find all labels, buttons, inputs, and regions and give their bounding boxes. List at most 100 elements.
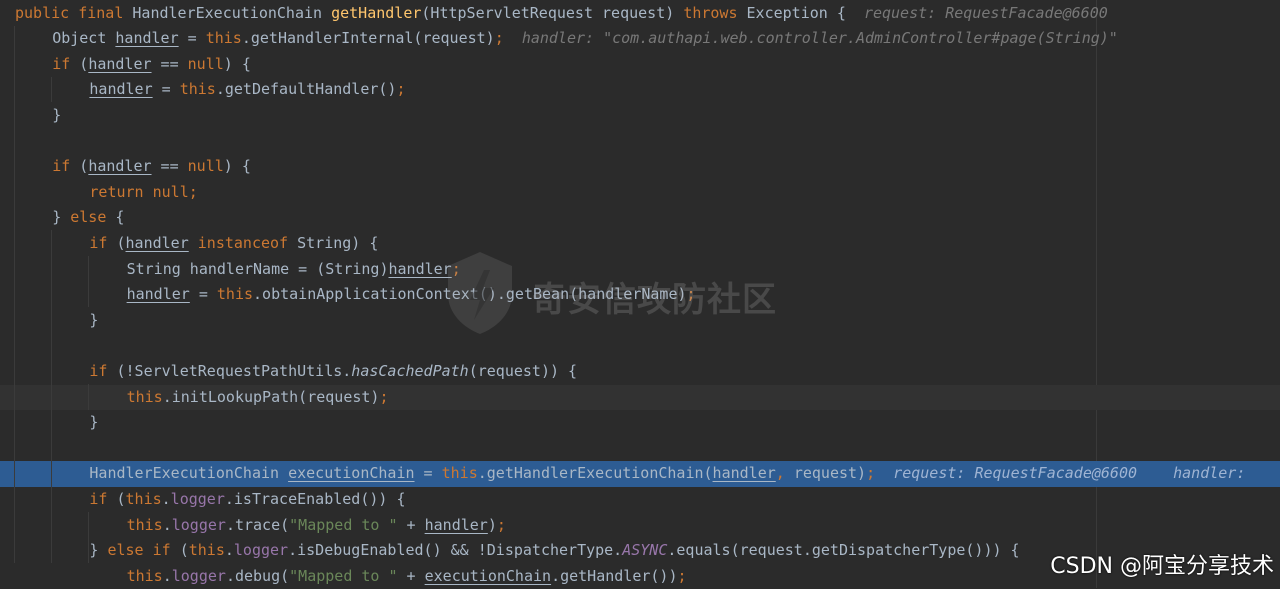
code-token: .equals(request.getDispatcherType())) {: [667, 541, 1020, 560]
code-line[interactable]: if (!ServletRequestPathUtils.hasCachedPa…: [0, 359, 1280, 385]
code-line[interactable]: }: [0, 103, 1280, 129]
code-line[interactable]: [0, 129, 1280, 155]
code-token: ;: [677, 566, 687, 585]
code-token: ;: [494, 29, 504, 48]
code-line[interactable]: handler = this.getDefaultHandler();: [0, 77, 1280, 103]
code-token: +: [397, 515, 425, 534]
code-token: logger: [233, 541, 289, 560]
code-token: .isDebugEnabled() && !DispatcherType.: [288, 541, 623, 560]
code-line[interactable]: String handlerName = (String)handler;: [0, 257, 1280, 283]
code-token: Exception {: [746, 3, 864, 22]
code-line[interactable]: if (handler == null) {: [0, 52, 1280, 78]
code-token: .getDefaultHandler(): [215, 80, 397, 99]
code-text: if (handler == null) {: [52, 52, 251, 78]
code-line[interactable]: if (this.logger.isTraceEnabled()) {: [0, 487, 1280, 513]
code-token: +: [397, 566, 425, 585]
code-token: logger: [171, 566, 226, 585]
code-token: request): [793, 464, 867, 483]
code-text: handler = this.getDefaultHandler();: [89, 77, 405, 103]
code-token: handler: [89, 80, 153, 99]
code-line[interactable]: this.initLookupPath(request);: [0, 384, 1280, 411]
code-text: }: [89, 308, 98, 334]
code-line[interactable]: if (handler == null) {: [0, 154, 1280, 180]
code-token: ,: [775, 464, 794, 483]
code-text: if (handler instanceof String) {: [89, 231, 378, 257]
code-text: if (handler == null) {: [52, 154, 251, 180]
code-token: "Mapped to ": [289, 566, 398, 585]
code-token: executionChain: [424, 566, 552, 585]
code-token: HandlerExecutionChain: [89, 464, 289, 483]
code-token: ): [487, 515, 497, 534]
code-line[interactable]: return null;: [0, 180, 1280, 206]
code-token: (request)) {: [468, 361, 578, 380]
code-line[interactable]: this.logger.trace("Mapped to " + handler…: [0, 513, 1280, 539]
execution-point-line[interactable]: HandlerExecutionChain executionChain = t…: [0, 461, 1280, 487]
code-token: handler: [115, 29, 179, 48]
code-token: =: [152, 80, 180, 99]
code-editor[interactable]: public final HandlerExecutionChain getHa…: [0, 0, 1280, 588]
code-line[interactable]: handler = this.obtainApplicationContext(…: [0, 282, 1280, 308]
code-token: String) {: [297, 233, 379, 252]
code-text: } else if (this.logger.isDebugEnabled() …: [89, 538, 1019, 564]
code-token: (: [116, 233, 126, 252]
code-line[interactable]: if (handler instanceof String) {: [0, 231, 1280, 257]
code-token: this: [216, 285, 254, 304]
code-token: ==: [151, 157, 188, 176]
indent-guide: [51, 76, 53, 103]
code-text: String handlerName = (String)handler;: [127, 257, 461, 283]
code-token: hasCachedPath: [351, 361, 469, 380]
code-token: this: [126, 387, 163, 406]
code-token: getHandler: [331, 3, 422, 22]
code-token: String handlerName = (String): [126, 259, 389, 278]
code-text: this.logger.trace("Mapped to " + handler…: [127, 513, 506, 539]
code-text: return null;: [89, 180, 197, 206]
code-token: null: [187, 157, 224, 176]
code-token: .initLookupPath(request): [162, 387, 380, 406]
code-token: ;: [451, 259, 461, 278]
code-text: if (!ServletRequestPathUtils.hasCachedPa…: [89, 359, 577, 385]
code-token: this: [126, 515, 163, 534]
code-token: throws: [683, 3, 747, 22]
code-token: ;: [496, 515, 506, 534]
code-token: }: [89, 541, 108, 560]
indent-guide: [51, 230, 53, 564]
code-token: executionChain: [288, 464, 415, 483]
code-token: handler: [125, 233, 189, 252]
code-token: =: [414, 464, 442, 483]
code-token: if: [52, 157, 80, 176]
code-token: "Mapped to ": [289, 515, 398, 534]
code-token: ) {: [223, 157, 251, 176]
code-line[interactable]: [0, 333, 1280, 359]
code-line[interactable]: }: [0, 308, 1280, 334]
code-token: handler: [712, 464, 776, 483]
code-token: this: [188, 541, 225, 560]
code-line[interactable]: public final HandlerExecutionChain getHa…: [0, 1, 1280, 27]
code-token: ==: [151, 54, 188, 73]
code-token: (: [179, 541, 189, 560]
code-token: }: [89, 310, 99, 329]
code-token: ;: [396, 80, 406, 99]
code-line[interactable]: } else {: [0, 205, 1280, 231]
indent-guide: [88, 512, 90, 564]
code-text: HandlerExecutionChain executionChain = t…: [89, 461, 1254, 487]
code-token: logger: [171, 515, 226, 534]
code-line[interactable]: }: [0, 410, 1280, 436]
code-token: (!ServletRequestPathUtils.: [116, 361, 352, 380]
code-text: handler = this.obtainApplicationContext(…: [127, 282, 696, 308]
code-token: (: [79, 54, 89, 73]
code-line[interactable]: [0, 436, 1280, 462]
code-text: public final HandlerExecutionChain getHa…: [15, 1, 1108, 27]
code-token: ;: [866, 464, 876, 483]
code-token: HandlerExecutionChain: [132, 3, 332, 22]
code-text: } else {: [52, 205, 124, 231]
code-text: if (this.logger.isTraceEnabled()) {: [89, 487, 405, 513]
inlay-debug-hint: handler: "com.authapi.web.controller.Adm…: [521, 29, 1118, 48]
code-token: this: [441, 464, 478, 483]
code-token: .getHandlerInternal(request): [241, 29, 495, 48]
code-token: .: [162, 515, 172, 534]
code-token: this: [125, 489, 162, 508]
code-line[interactable]: Object handler = this.getHandlerInternal…: [0, 26, 1280, 52]
code-token: }: [89, 413, 99, 432]
code-text: }: [89, 410, 98, 436]
